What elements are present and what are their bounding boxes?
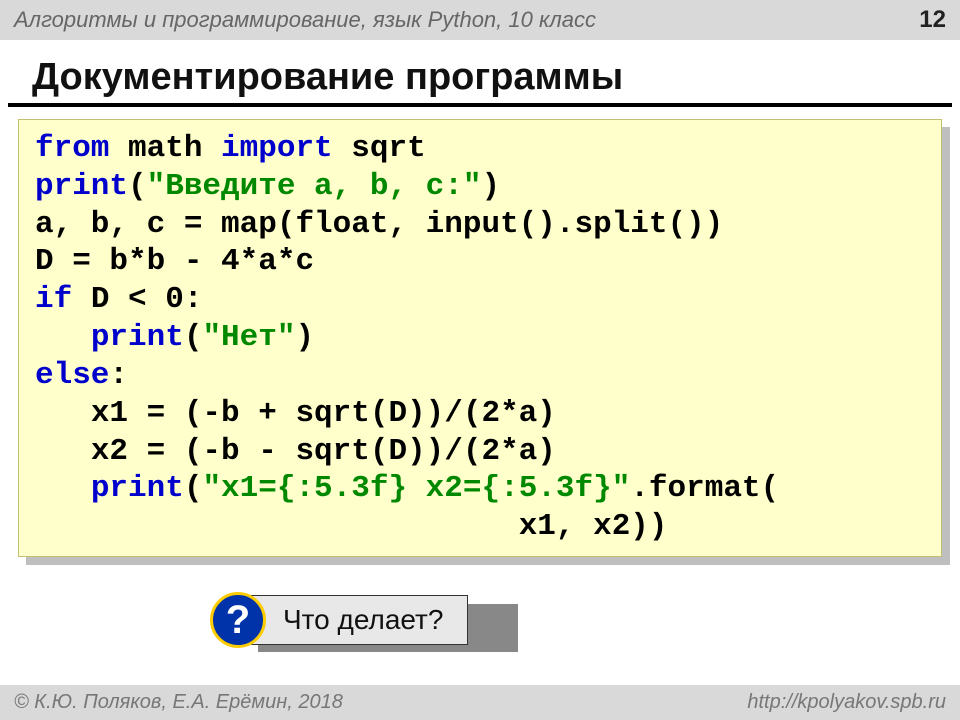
header-bar: Алгоритмы и программирование, язык Pytho… (0, 0, 960, 40)
code-text: D < 0: (72, 282, 202, 317)
kw-else: else (35, 358, 109, 393)
code-block: from math import sqrt print("Введите a, … (18, 119, 942, 557)
footer-url: http://kpolyakov.spb.ru (747, 691, 946, 714)
code-content: from math import sqrt print("Введите a, … (18, 119, 942, 557)
callout-text: Что делает? (248, 595, 468, 645)
code-line: x1, x2)) (519, 509, 668, 544)
kw-import: import (221, 131, 333, 166)
fn-print: print (91, 320, 184, 355)
string-literal: "x1={:5.3f} x2={:5.3f}" (202, 471, 630, 506)
code-line: D = b*b - 4*a*c (35, 244, 314, 279)
slide-title: Документирование программы (8, 40, 952, 107)
code-line: x2 = (-b - sqrt(D))/(2*a) (91, 434, 556, 469)
code-text: ( (128, 169, 147, 204)
indent (35, 509, 519, 544)
fn-print: print (91, 471, 184, 506)
question-mark-icon: ? (210, 592, 266, 648)
fn-print: print (35, 169, 128, 204)
code-text: math (109, 131, 221, 166)
kw-if: if (35, 282, 72, 317)
code-text: ) (481, 169, 500, 204)
footer-copyright: © К.Ю. Поляков, Е.А. Ерёмин, 2018 (14, 691, 343, 714)
indent (35, 434, 91, 469)
course-title: Алгоритмы и программирование, язык Pytho… (14, 7, 596, 33)
code-text: ( (184, 320, 203, 355)
code-text: ( (184, 471, 203, 506)
footer-bar: © К.Ю. Поляков, Е.А. Ерёмин, 2018 http:/… (0, 685, 960, 720)
code-line: x1 = (-b + sqrt(D))/(2*a) (91, 396, 556, 431)
indent (35, 471, 91, 506)
string-literal: "Введите a, b, c:" (147, 169, 482, 204)
code-line: a, b, c = map(float, input().split()) (35, 207, 723, 242)
indent (35, 320, 91, 355)
code-text: .format( (630, 471, 779, 506)
page-number: 12 (919, 6, 946, 34)
code-text: ) (295, 320, 314, 355)
kw-from: from (35, 131, 109, 166)
code-text: sqrt (333, 131, 426, 166)
indent (35, 396, 91, 431)
callout: ? Что делает? (210, 592, 468, 648)
code-text: : (109, 358, 128, 393)
string-literal: "Нет" (202, 320, 295, 355)
